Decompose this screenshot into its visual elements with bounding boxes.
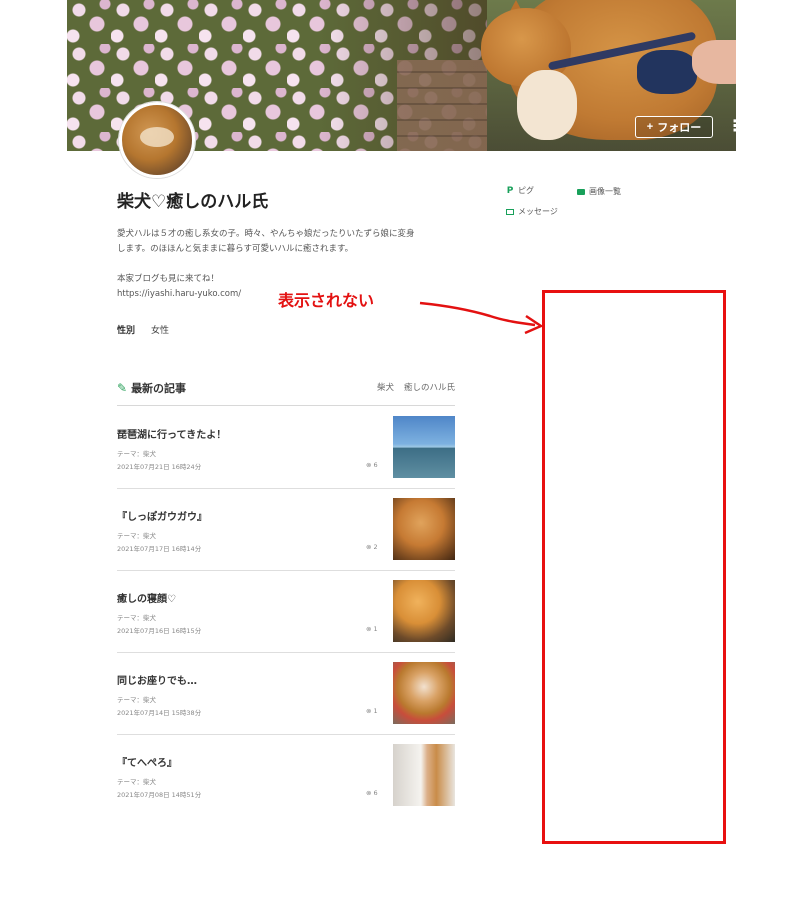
post-date: 2021年07月21日 16時24分 bbox=[117, 463, 202, 471]
post-title[interactable]: 『しっぽガウガウ』 bbox=[117, 508, 207, 523]
post-item[interactable]: 『てへぺろ』 テーマ：柴犬 2021年07月08日 14時51分 ⊗ 6 bbox=[117, 735, 455, 817]
post-title[interactable]: 癒しの寝顔♡ bbox=[117, 590, 176, 605]
like-count: 1 bbox=[373, 625, 378, 633]
post-thumbnail[interactable] bbox=[393, 580, 455, 642]
post-date: 2021年07月08日 14時51分 bbox=[117, 791, 202, 799]
like-icon: ⊗ bbox=[366, 461, 372, 469]
post-thumbnail[interactable] bbox=[393, 498, 455, 560]
latest-posts-title[interactable]: ✎ 最新の記事 bbox=[117, 380, 186, 396]
like-count: 6 bbox=[373, 789, 378, 797]
post-theme[interactable]: テーマ：柴犬 bbox=[117, 530, 156, 540]
post-likes: ⊗ 2 bbox=[366, 543, 378, 551]
pencil-icon: ✎ bbox=[117, 381, 128, 395]
empty-sidebar-highlight bbox=[542, 290, 726, 844]
tag-link[interactable]: 癒しのハル氏 bbox=[404, 381, 455, 393]
post-thumbnail[interactable] bbox=[393, 416, 455, 478]
post-likes: ⊗ 6 bbox=[366, 461, 378, 469]
post-date: 2021年07月14日 15時38分 bbox=[117, 709, 202, 717]
like-icon: ⊗ bbox=[366, 707, 372, 715]
tag-link[interactable]: 柴犬 bbox=[377, 381, 394, 393]
posts-tags: 柴犬 癒しのハル氏 bbox=[377, 381, 455, 393]
like-icon: ⊗ bbox=[366, 543, 372, 551]
post-likes: ⊗ 1 bbox=[366, 625, 378, 633]
post-theme[interactable]: テーマ：柴犬 bbox=[117, 612, 156, 622]
post-item[interactable]: 癒しの寝顔♡ テーマ：柴犬 2021年07月16日 16時15分 ⊗ 1 bbox=[117, 571, 455, 653]
post-thumbnail[interactable] bbox=[393, 744, 455, 806]
post-item[interactable]: 同じお座りでも… テーマ：柴犬 2021年07月14日 15時38分 ⊗ 1 bbox=[117, 653, 455, 735]
post-theme[interactable]: テーマ：柴犬 bbox=[117, 694, 156, 704]
post-theme[interactable]: テーマ：柴犬 bbox=[117, 448, 156, 458]
post-title[interactable]: 『てへぺろ』 bbox=[117, 754, 177, 769]
like-count: 1 bbox=[373, 707, 378, 715]
post-title[interactable]: 琵琶湖に行ってきたよ！ bbox=[117, 426, 226, 441]
like-icon: ⊗ bbox=[366, 625, 372, 633]
post-likes: ⊗ 1 bbox=[366, 707, 378, 715]
post-title[interactable]: 同じお座りでも… bbox=[117, 672, 197, 687]
latest-posts-label: 最新の記事 bbox=[131, 382, 187, 395]
post-item[interactable]: 琵琶湖に行ってきたよ！ テーマ：柴犬 2021年07月21日 16時24分 ⊗ 6 bbox=[117, 407, 455, 489]
like-count: 2 bbox=[373, 543, 378, 551]
latest-posts-header: ✎ 最新の記事 柴犬 癒しのハル氏 bbox=[117, 378, 455, 406]
post-date: 2021年07月17日 16時14分 bbox=[117, 545, 202, 553]
post-thumbnail[interactable] bbox=[393, 662, 455, 724]
post-likes: ⊗ 6 bbox=[366, 789, 378, 797]
post-theme[interactable]: テーマ：柴犬 bbox=[117, 776, 156, 786]
post-date: 2021年07月16日 16時15分 bbox=[117, 627, 202, 635]
post-item[interactable]: 『しっぽガウガウ』 テーマ：柴犬 2021年07月17日 16時14分 ⊗ 2 bbox=[117, 489, 455, 571]
like-count: 6 bbox=[373, 461, 378, 469]
like-icon: ⊗ bbox=[366, 789, 372, 797]
